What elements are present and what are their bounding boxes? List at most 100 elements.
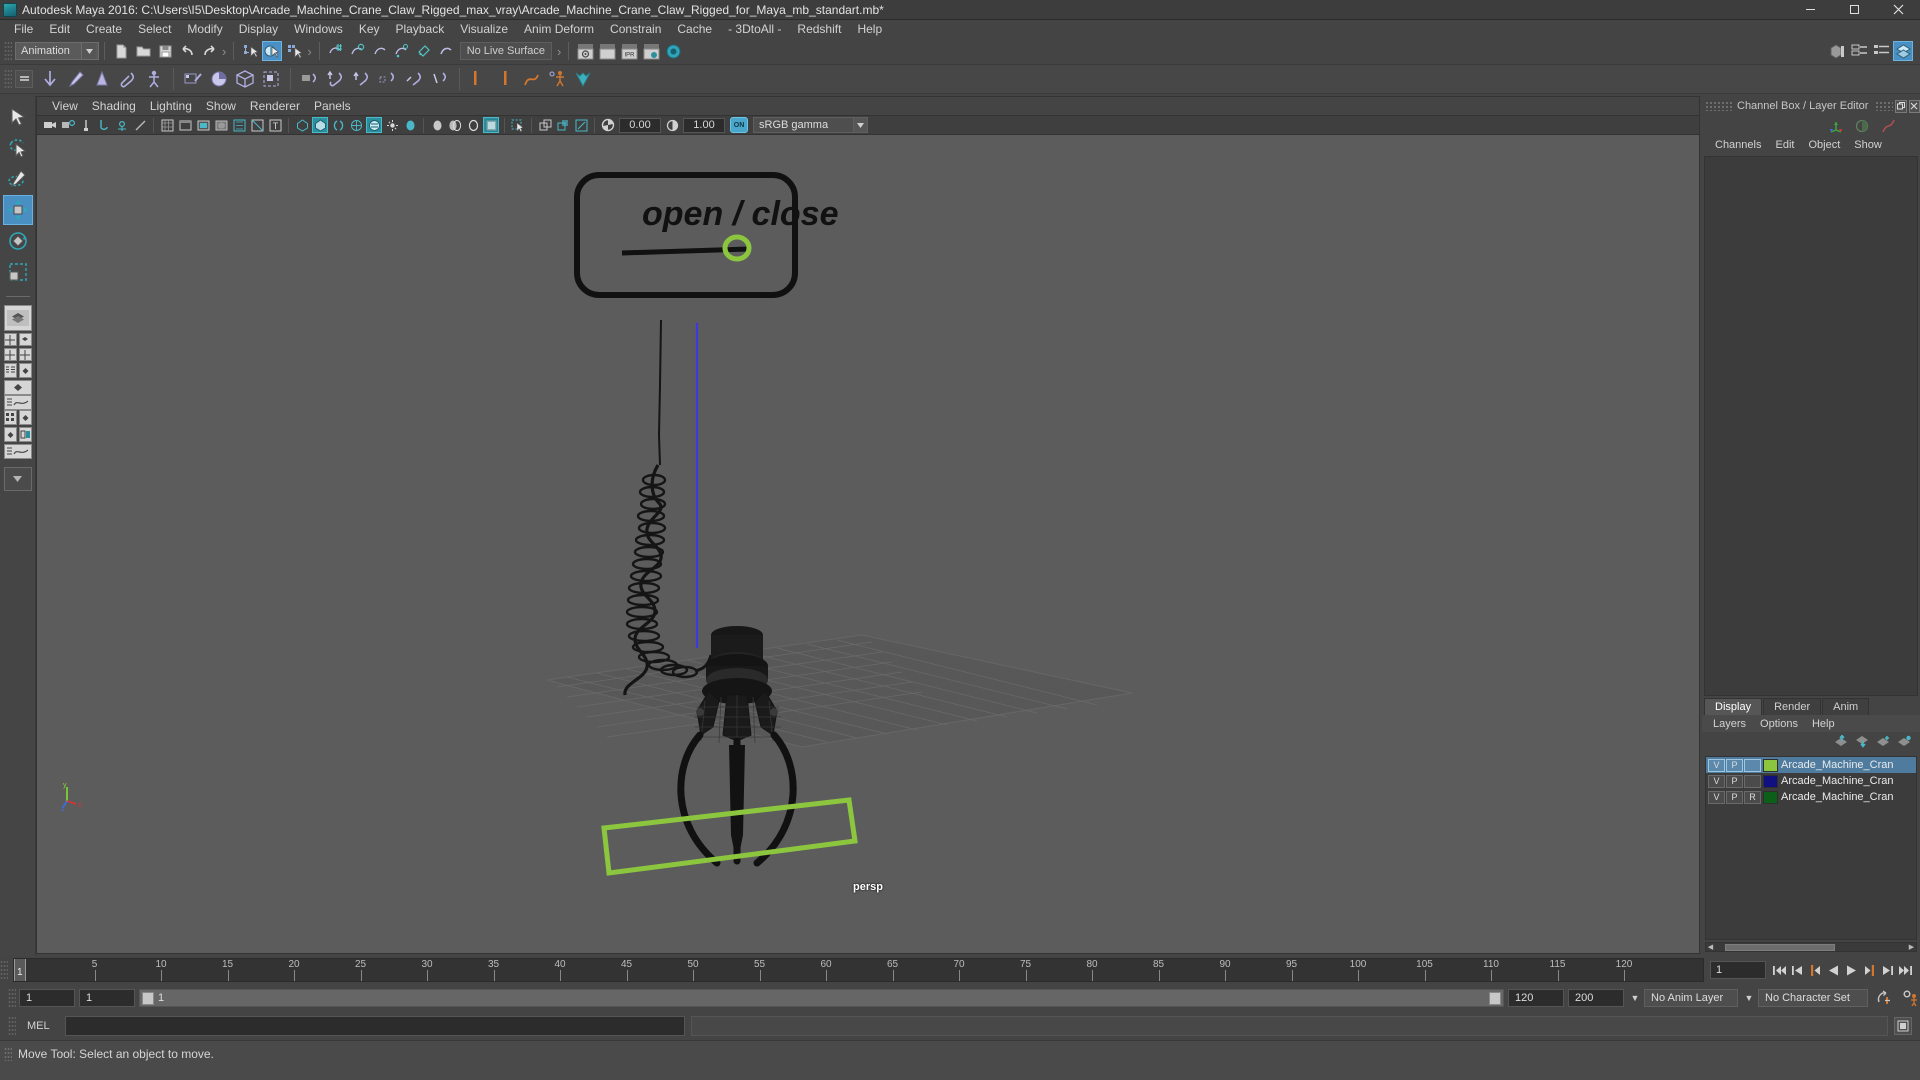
camera-attributes-icon[interactable] [60, 117, 76, 133]
tab-display[interactable]: Display [1704, 698, 1763, 715]
multisample-aa-icon[interactable] [465, 117, 481, 133]
current-frame-field[interactable]: 1 [1710, 961, 1766, 979]
character-set-combo[interactable]: No Character Set [1758, 989, 1868, 1007]
viewport-menu-renderer[interactable]: Renderer [243, 99, 307, 113]
time-slider-grip[interactable] [0, 960, 8, 980]
layer-state-toggle[interactable] [1744, 774, 1761, 788]
resolution-gate-icon[interactable] [177, 117, 193, 133]
layer-state-toggle[interactable] [1744, 758, 1761, 772]
minimize-button[interactable] [1788, 0, 1832, 20]
layer-list-scrollbar[interactable]: ◀ ▶ [1705, 942, 1917, 952]
menu-file[interactable]: File [6, 20, 41, 38]
layer-row[interactable]: V P R Arcade_Machine_Cran [1706, 789, 1916, 805]
open-scene-icon[interactable] [133, 41, 153, 61]
tab-render[interactable]: Render [1763, 698, 1822, 715]
joint-tool-icon[interactable] [492, 66, 518, 92]
persp-graph-editor-wide-layout[interactable] [3, 444, 32, 459]
step-forward-frame-icon[interactable] [1860, 960, 1878, 980]
isolate-select-icon[interactable] [510, 117, 526, 133]
select-by-object-icon[interactable] [262, 41, 283, 61]
dock-grip[interactable] [1705, 101, 1733, 111]
character-set-dropdown-arrow[interactable]: ▼ [1742, 993, 1756, 1003]
script-editor-icon[interactable] [1894, 1017, 1912, 1035]
scroll-left-icon[interactable]: ◀ [1706, 944, 1715, 951]
layer-list[interactable]: V P Arcade_Machine_Cran V P Arcade_Machi… [1705, 756, 1917, 940]
shaded-wireframe-icon[interactable] [249, 117, 265, 133]
collapse-arrow-icon-3[interactable]: › [557, 44, 561, 59]
close-button[interactable] [1876, 0, 1920, 20]
humanik-icon[interactable] [570, 66, 596, 92]
single-perspective-layout[interactable] [3, 305, 32, 331]
shadows-icon[interactable] [402, 117, 418, 133]
color-profile-combo[interactable]: sRGB gamma [753, 117, 868, 133]
orient-constraint-icon[interactable] [349, 66, 375, 92]
menu-display[interactable]: Display [231, 20, 286, 38]
play-backwards-icon[interactable] [1824, 960, 1842, 980]
color-management-toggle[interactable]: ON [730, 117, 748, 133]
outliner-persp-graph-layout[interactable] [3, 380, 32, 395]
film-gate-icon[interactable] [159, 117, 175, 133]
rotate-tool[interactable] [3, 226, 33, 256]
persp-blank-layout[interactable] [18, 410, 32, 425]
viewport-3d-canvas[interactable]: open / close y z x persp [37, 135, 1699, 953]
paint-select-tool[interactable] [3, 164, 33, 194]
multi-layout[interactable] [3, 410, 17, 425]
layer-color-swatch[interactable] [1763, 774, 1778, 788]
menu-edit[interactable]: Edit [41, 20, 78, 38]
go-to-start-icon[interactable] [1770, 960, 1788, 980]
gamma-field[interactable]: 1.00 [683, 117, 725, 133]
tab-anim[interactable]: Anim [1822, 698, 1870, 715]
depth-of-field-icon[interactable] [483, 117, 499, 133]
collapse-arrow-icon-2[interactable]: › [307, 44, 311, 59]
render-current-frame-icon[interactable] [575, 41, 595, 61]
anim-layer-dropdown-arrow[interactable]: ▼ [1628, 993, 1642, 1003]
save-scene-icon[interactable] [155, 41, 175, 61]
layer-row[interactable]: V P Arcade_Machine_Cran [1706, 773, 1916, 789]
scale-tool[interactable] [3, 257, 33, 287]
flat-shade-icon[interactable] [348, 117, 364, 133]
viewport-menu-shading[interactable]: Shading [85, 99, 143, 113]
gamma-icon[interactable] [664, 117, 680, 133]
menu-anim-deform[interactable]: Anim Deform [516, 20, 602, 38]
ambient-occlusion-icon[interactable] [429, 117, 445, 133]
channel-box-menu-edit[interactable]: Edit [1768, 139, 1801, 151]
select-by-component-icon[interactable] [284, 41, 304, 61]
two-panes-stacked-layout[interactable] [3, 348, 17, 361]
viewport-menu-show[interactable]: Show [199, 99, 243, 113]
menu-visualize[interactable]: Visualize [452, 20, 516, 38]
menu-cache[interactable]: Cache [669, 20, 720, 38]
xray-active-components-icon[interactable] [573, 117, 589, 133]
film-origin-icon[interactable] [213, 117, 229, 133]
wireframe-shading-icon[interactable] [294, 117, 310, 133]
step-forward-keyframe-icon[interactable] [1878, 960, 1896, 980]
ipr-render-icon[interactable]: IPR [619, 41, 639, 61]
text-icon[interactable]: T [267, 117, 283, 133]
layer-playback-toggle[interactable]: P [1726, 758, 1743, 772]
cube-wire-icon[interactable] [232, 66, 258, 92]
smooth-shade-all-icon[interactable] [312, 117, 328, 133]
menu-set-selector[interactable]: Animation [15, 42, 99, 60]
outliner-persp-layout[interactable] [18, 348, 32, 361]
maximize-button[interactable] [1832, 0, 1876, 20]
range-bar[interactable]: 1 [139, 989, 1504, 1007]
bookmark-icon[interactable] [78, 117, 94, 133]
undock-button[interactable] [1895, 99, 1907, 113]
persp-graph-curve-layout[interactable] [3, 395, 32, 410]
select-camera-icon[interactable] [42, 117, 58, 133]
select-tool[interactable] [3, 102, 33, 132]
time-slider-track[interactable]: 1 5 10 15 20 25 30 35 40 45 50 55 60 65 70 75 80 85 90 95 1… [13, 958, 1704, 982]
time-slider-playhead[interactable]: 1 [14, 959, 26, 981]
menu-select[interactable]: Select [130, 20, 179, 38]
use-all-lights-icon[interactable] [384, 117, 400, 133]
viewport-menu-panels[interactable]: Panels [307, 99, 358, 113]
four-view-layout[interactable] [3, 333, 17, 346]
menu-modify[interactable]: Modify [179, 20, 230, 38]
new-scene-icon[interactable] [111, 41, 131, 61]
layer-visibility-toggle[interactable]: V [1708, 774, 1725, 788]
xray-joints-icon[interactable] [555, 117, 571, 133]
layer-state-toggle[interactable]: R [1744, 790, 1761, 804]
command-input-field[interactable] [65, 1016, 685, 1036]
ik-handle-icon[interactable] [466, 66, 492, 92]
snap-to-view-plane-icon[interactable] [414, 41, 434, 61]
paint-brush-icon[interactable] [63, 66, 89, 92]
